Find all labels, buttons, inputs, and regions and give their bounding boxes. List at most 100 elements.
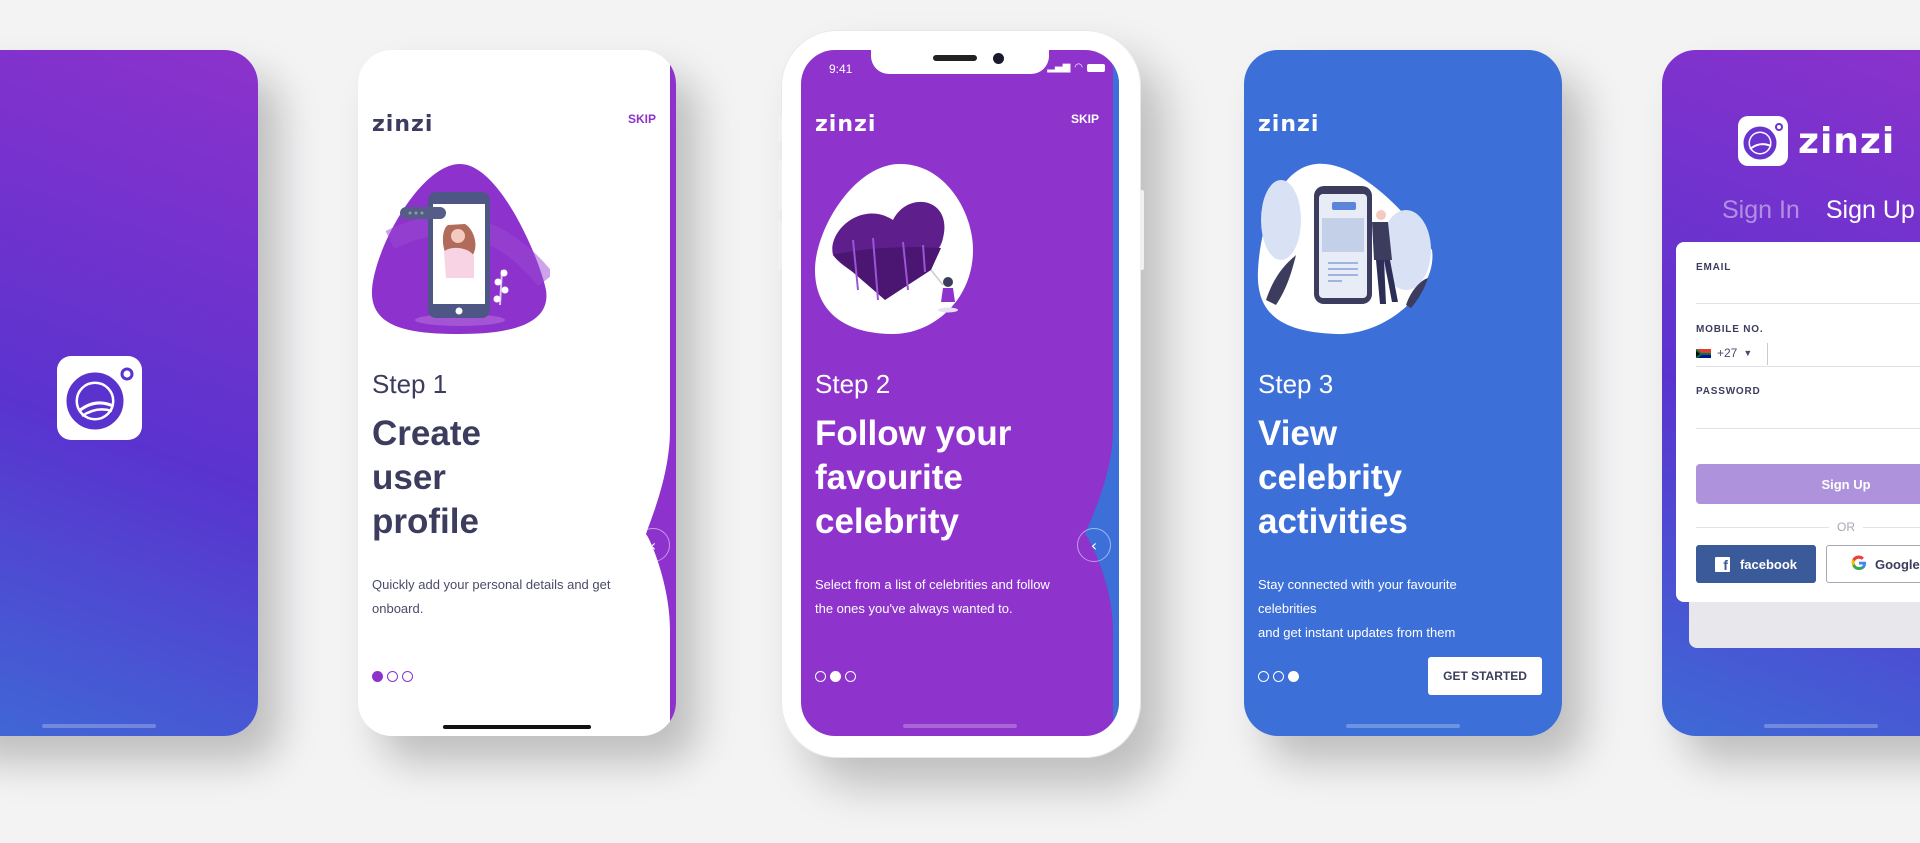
signal-icon: ▂▄▆	[1047, 62, 1071, 73]
signup-screen: zinzi Sign In Sign Up EMAIL MOBILE NO. +…	[1662, 50, 1920, 736]
app-logo-icon	[1738, 116, 1788, 166]
speaker-grill	[933, 55, 977, 61]
step-title: Follow your favourite celebrity	[815, 412, 1035, 544]
description-line: Stay connected with your favourite celeb…	[1258, 577, 1457, 616]
password-field[interactable]	[1696, 402, 1920, 424]
description-line: the ones you've always wanted to.	[815, 601, 1013, 616]
divider-line	[1696, 526, 1829, 528]
step-label: Step 3	[1258, 369, 1334, 399]
step-label: Step 1	[372, 369, 448, 399]
onboarding-step-1: zinzi SKIP Step 1 Create user profile Qu…	[358, 50, 676, 736]
brand-logo: zinzi	[372, 112, 434, 137]
google-login-button[interactable]: Google	[1826, 545, 1920, 583]
mobile-label: MOBILE NO.	[1696, 324, 1764, 335]
facebook-label: facebook	[1739, 556, 1798, 572]
home-indicator	[1764, 724, 1878, 728]
description-line: and get instant updates from them	[1258, 625, 1456, 640]
pagination-dots	[1258, 671, 1299, 682]
onboarding-step-2: 9:41 ▂▄▆ ◠ zinzi SKIP Step 2 Follow your…	[801, 50, 1119, 736]
page-dot[interactable]	[1273, 671, 1284, 682]
next-screen-wave	[1085, 50, 1119, 736]
title-line: activities	[1258, 502, 1408, 541]
brand-logo: zinzi	[815, 112, 877, 137]
title-line: favourite	[815, 458, 963, 497]
phone-notch	[871, 50, 1049, 74]
title-line: Follow your	[815, 414, 1012, 453]
home-indicator	[903, 724, 1017, 728]
status-time: 9:41	[829, 62, 853, 76]
page-dot[interactable]	[815, 671, 826, 682]
previous-arrow-button[interactable]: ‹	[1077, 528, 1111, 562]
caret-down-icon: ▼	[1743, 348, 1753, 358]
title-line: View	[1258, 414, 1338, 453]
pagination-dots	[372, 671, 413, 682]
man-beside-phone-illustration	[1257, 163, 1433, 335]
description-line: onboard.	[372, 601, 424, 616]
chevron-left-icon: ‹	[649, 535, 657, 555]
title-line: user	[372, 458, 446, 497]
title-line: celebrity	[815, 502, 959, 541]
title-line: profile	[372, 502, 479, 541]
woman-in-phone-illustration	[371, 164, 550, 334]
chevron-left-icon: ‹	[1090, 535, 1098, 555]
or-divider: OR	[1696, 520, 1920, 534]
pagination-dots	[815, 671, 856, 682]
power-button	[1140, 190, 1144, 270]
home-indicator	[42, 724, 156, 728]
page-dot[interactable]	[845, 671, 856, 682]
divider-line	[1863, 526, 1920, 528]
step-description: Quickly add your personal details and ge…	[372, 573, 632, 621]
password-label: PASSWORD	[1696, 386, 1761, 397]
auth-tabs: Sign In Sign Up	[1722, 196, 1915, 225]
page-dot[interactable]	[1258, 671, 1269, 682]
country-code-select[interactable]: +27 ▼	[1696, 346, 1752, 360]
front-camera	[993, 53, 1004, 64]
tab-sign-up[interactable]: Sign Up	[1826, 196, 1915, 225]
or-label: OR	[1837, 520, 1855, 534]
app-logo-icon	[57, 356, 142, 440]
heart-with-woman-illustration	[815, 163, 973, 334]
email-label: EMAIL	[1696, 262, 1732, 273]
step-title: Create user profile	[372, 412, 592, 544]
facebook-login-button[interactable]: f facebook	[1696, 545, 1816, 583]
home-indicator	[443, 725, 591, 729]
page-dot-active[interactable]	[830, 671, 841, 682]
description-line: Quickly add your personal details and ge…	[372, 577, 611, 592]
home-indicator	[1346, 724, 1460, 728]
sign-up-button[interactable]: Sign Up	[1696, 464, 1920, 504]
brand-logo: zinzi	[1258, 112, 1320, 137]
page-dot-active[interactable]	[1288, 671, 1299, 682]
onboarding-step-3: zinzi Step 3 View celebrity activities S…	[1244, 50, 1562, 736]
previous-arrow-button[interactable]: ‹	[636, 528, 670, 562]
signup-logo: zinzi	[1738, 116, 1895, 166]
volume-up-button	[778, 160, 782, 210]
step-title: View celebrity activities	[1258, 412, 1478, 544]
email-underline	[1696, 303, 1920, 304]
google-label: Google	[1875, 556, 1920, 572]
title-line: Create	[372, 414, 481, 453]
mobile-number-field[interactable]	[1776, 344, 1920, 366]
country-code-value: +27	[1717, 346, 1738, 360]
password-underline	[1696, 428, 1920, 429]
step-description: Select from a list of celebrities and fo…	[815, 573, 1075, 621]
splash-screen	[0, 50, 258, 736]
mute-switch	[778, 116, 782, 142]
page-dot[interactable]	[387, 671, 398, 682]
email-field[interactable]	[1696, 278, 1920, 300]
description-line: Select from a list of celebrities and fo…	[815, 577, 1050, 592]
step-description: Stay connected with your favourite celeb…	[1258, 573, 1518, 645]
step-label: Step 2	[815, 369, 891, 399]
signup-form-card: EMAIL MOBILE NO. +27 ▼ PASSWORD Sign Up …	[1676, 242, 1920, 602]
page-dot-active[interactable]	[372, 671, 383, 682]
facebook-icon: f	[1714, 556, 1730, 572]
next-screen-wave	[646, 50, 676, 736]
tab-sign-in[interactable]: Sign In	[1722, 196, 1800, 225]
south-africa-flag-icon	[1696, 348, 1711, 358]
mobile-underline	[1696, 366, 1920, 367]
page-dot[interactable]	[402, 671, 413, 682]
get-started-button[interactable]: GET STARTED	[1428, 657, 1542, 695]
mobile-divider	[1767, 343, 1768, 365]
google-icon	[1851, 554, 1867, 574]
title-line: celebrity	[1258, 458, 1402, 497]
volume-down-button	[778, 220, 782, 270]
